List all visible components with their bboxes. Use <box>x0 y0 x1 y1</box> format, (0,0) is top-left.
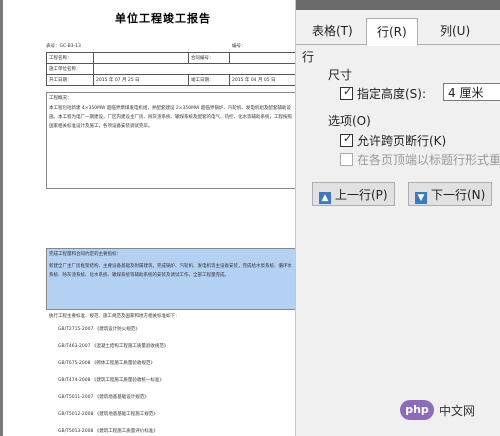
standard-item: GB/T5013-2008 《建筑工程施工质量评价标准》 <box>58 429 158 434</box>
allow-row-break-label[interactable]: 允许跨页断行(K) <box>357 132 446 149</box>
document-left-border <box>0 0 3 436</box>
builder-value[interactable] <box>93 63 295 75</box>
section3-heading: 执行工程主要标准、规范、施工规范及国家和地方相关标准如下： <box>49 314 180 319</box>
tab-row[interactable]: 行(R) <box>366 18 418 46</box>
section2-heading: 完成工程量和合同约定的主要指标： <box>49 252 121 257</box>
arrow-down-icon: ▼ <box>415 192 427 204</box>
overview-text: 本工程包括新建 4×350MW 超临界燃煤发电机组，并配套建设 2×350MW … <box>49 106 292 129</box>
project-name-value[interactable] <box>93 52 189 64</box>
serial-label: 编号： <box>232 44 246 49</box>
table-properties-dialog: 表格(T) 行(R) 列(U) 行 尺寸 ✓ 指定高度(S): 4 厘米 选项(… <box>295 0 500 436</box>
standard-item: GB/T5011-2007 《建筑地基基础设计规范》 <box>58 395 149 400</box>
prev-row-button[interactable]: ▲ 上一行(P) <box>312 182 395 206</box>
watermark-site-text: 中文网 <box>439 403 476 418</box>
end-date-value[interactable]: 2015 年 04 月 05 日 <box>229 74 295 86</box>
specify-height-checkbox[interactable]: ✓ <box>340 85 353 100</box>
check-icon: ✓ <box>343 132 353 145</box>
standard-item: GB/T675-2008 《砌体工程施工质量验收规范》 <box>58 361 155 366</box>
project-name-label: 工程名称： <box>46 52 94 64</box>
document-page: 单位工程竣工报告 表号：GC-B3-13 编号： 工程名称： 合同编号： 施工单… <box>0 0 295 436</box>
allow-row-break-checkbox[interactable]: ✓ <box>340 132 353 147</box>
check-icon: ✓ <box>343 85 353 98</box>
contract-no-label: 合同编号： <box>188 52 230 64</box>
standard-item: GB/T5012-2008 《建筑地基基础工程施工规范》 <box>58 412 158 417</box>
tab-column[interactable]: 列(U) <box>430 20 480 42</box>
tab-table[interactable]: 表格(T) <box>302 20 363 42</box>
options-label: 选项(O) <box>328 114 371 128</box>
php-logo: php <box>400 400 434 420</box>
document-title: 单位工程竣工报告 <box>115 12 211 25</box>
form-code: 表号：GC-B3-13 <box>46 44 81 49</box>
standard-item: GB/T474-2008 《建筑工程施工质量验收统一标准》 <box>58 378 164 383</box>
end-date-label: 竣工日期： <box>188 74 230 86</box>
dialog-titlebar[interactable] <box>296 0 500 10</box>
overview-heading: 工程概况： <box>49 96 72 101</box>
standard-item: GB/T2715-2007 《建筑设计防火规范》 <box>58 327 140 332</box>
contract-no-value[interactable] <box>229 52 295 64</box>
next-row-button[interactable]: ▼ 下一行(N) <box>408 182 493 206</box>
section2-text: 新建全厂主厂房框架结构、主要设备基础及附属建筑，完成锅炉、汽轮机、发电机等主设备… <box>49 264 292 278</box>
repeat-header-label[interactable]: 在各页顶端以标题行形式重 <box>357 151 500 168</box>
builder-label: 施工单位名称： <box>46 63 94 75</box>
standard-item: GB/T463-2007 《混凝土结构工程施工质量验收规范》 <box>58 344 169 349</box>
repeat-header-checkbox[interactable] <box>340 153 353 166</box>
specify-height-label[interactable]: 指定高度(S): <box>357 85 426 102</box>
size-label: 尺寸 <box>328 68 353 82</box>
watermark: php 中文网 <box>400 396 475 424</box>
row-section-label: 行 <box>302 50 315 64</box>
height-input[interactable]: 4 厘米 <box>443 83 500 101</box>
start-date-value[interactable]: 2015 年 07 月 25 日 <box>93 74 189 86</box>
arrow-up-icon: ▲ <box>319 192 331 204</box>
dialog-tabs: 表格(T) 行(R) 列(U) <box>296 14 500 46</box>
start-date-label: 开工日期： <box>46 74 94 86</box>
standards-list: GB/T2715-2007 《建筑设计防火规范》 GB/T463-2007 《混… <box>58 321 168 436</box>
prev-row-button-label: 上一行(P) <box>335 188 388 202</box>
next-row-button-label: 下一行(N) <box>431 188 486 202</box>
project-info-table: 工程名称： 合同编号： 施工单位名称： 开工日期： 2015 年 07 月 25… <box>46 52 295 86</box>
